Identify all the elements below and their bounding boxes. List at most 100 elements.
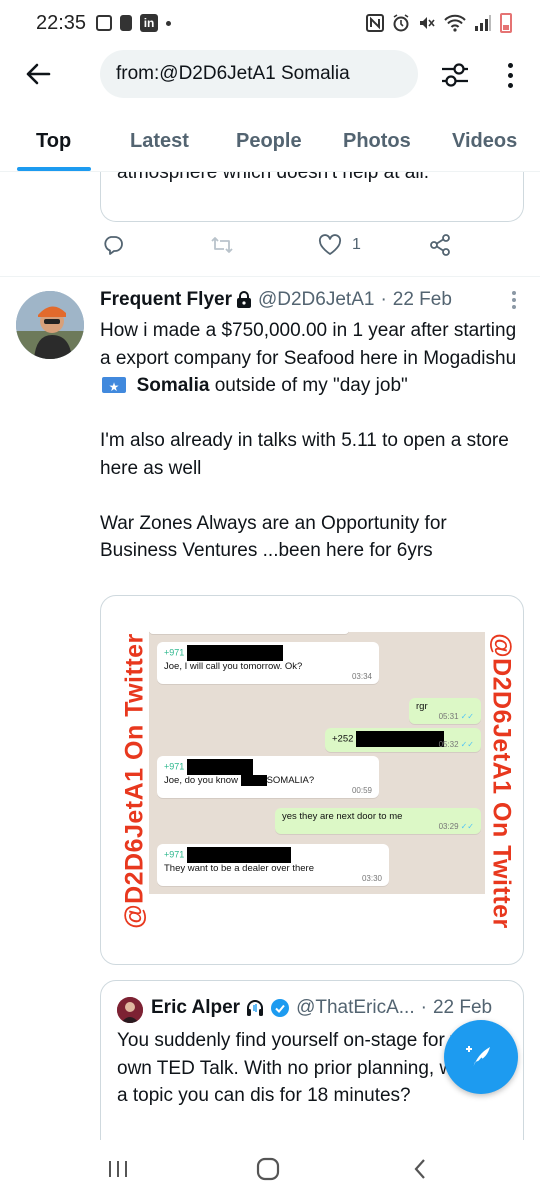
chat-text: SOMALIA? — [266, 775, 315, 787]
chat-number: +971 — [164, 647, 185, 658]
tweet-text: How i made a $750,000.00 in 1 year after… — [100, 320, 517, 369]
chat-time-text: 03:29 — [438, 822, 459, 831]
compose-tweet-button[interactable] — [444, 1020, 518, 1094]
quoted-date[interactable]: 22 Feb — [433, 997, 492, 1019]
chat-text: rgr — [416, 701, 428, 712]
redaction-bar — [356, 731, 445, 747]
mute-icon — [420, 17, 435, 29]
tab-people[interactable]: People — [236, 130, 302, 153]
quoted-display-name[interactable]: Eric Alper — [151, 997, 240, 1019]
chat-time-text: 05:32 — [438, 740, 459, 749]
status-bar: 22:35 in — [0, 0, 540, 46]
tab-latest[interactable]: Latest — [130, 130, 189, 153]
recent-apps-button[interactable] — [98, 1156, 138, 1182]
more-dot — [507, 82, 513, 88]
timeline[interactable]: atmosphere which doesn't help at all. 1 — [0, 172, 540, 1140]
retweet-button[interactable] — [210, 234, 234, 256]
tab-videos[interactable]: Videos — [452, 130, 517, 153]
watermark-text: @D2D6JetA1 On Twitter — [120, 633, 149, 929]
tweet-menu-button[interactable] — [512, 291, 516, 309]
reply-button[interactable] — [102, 234, 124, 256]
search-tabs: Top Latest People Photos Videos — [0, 118, 540, 172]
compose-feather-icon — [466, 1046, 490, 1069]
home-button[interactable] — [248, 1156, 288, 1182]
menu-dot — [512, 291, 516, 295]
chat-text: yes they are next door to me — [282, 811, 403, 822]
separator: · — [380, 289, 387, 310]
chat-bubble: rgr 05:31 ✓✓ — [409, 698, 481, 724]
tweet-text: outside of my "day job" — [209, 375, 408, 396]
quoted-handle[interactable]: @ThatEricA... — [296, 997, 415, 1019]
redaction-bar — [186, 645, 283, 661]
chat-time-text: 05:31 — [438, 712, 459, 721]
chat-number: +971 — [164, 761, 185, 772]
handle[interactable]: @D2D6JetA1 — [258, 289, 374, 311]
quoted-header: Eric Alper @ThatEricA... · 22 Feb — [151, 997, 513, 1019]
quoted-avatar[interactable] — [117, 997, 143, 1023]
tab-top[interactable]: Top — [36, 130, 71, 153]
lock-icon — [236, 291, 251, 308]
menu-dot — [512, 298, 516, 302]
watermark-right: @D2D6JetA1 On Twitter — [481, 596, 521, 964]
chat-number: +252 — [332, 733, 354, 745]
chat-text: Joe, do you know — [164, 775, 238, 787]
tweet-divider — [0, 276, 540, 277]
chat-time: 05:32 ✓✓ — [439, 740, 474, 749]
chevron-left-icon — [414, 1159, 425, 1179]
dot-icon — [166, 20, 172, 26]
quoted-avatar-image — [117, 997, 143, 1023]
chat-text: Joe, I will call you tomorrow. Ok? — [164, 661, 303, 672]
status-left-icons: in — [96, 14, 172, 32]
home-icon — [256, 1157, 280, 1181]
display-name[interactable]: Frequent Flyer — [100, 289, 232, 311]
previous-quoted-tweet[interactable]: atmosphere which doesn't help at all. — [100, 172, 524, 222]
chat-text: They want to be a dealer over there — [164, 863, 314, 874]
watermark-text: @D2D6JetA1 On Twitter — [487, 633, 516, 929]
previous-quote-text: atmosphere which doesn't help at all. — [117, 172, 430, 183]
retweet-icon — [211, 237, 233, 253]
search-input[interactable]: from:@D2D6JetA1 Somalia — [100, 50, 418, 98]
read-ticks-icon: ✓✓ — [460, 822, 474, 831]
reply-icon — [104, 236, 123, 255]
chat-time: 03:34 — [351, 672, 372, 681]
previous-tweet-actions: 1 — [100, 234, 524, 264]
menu-dot — [512, 305, 516, 309]
status-right-icons — [366, 13, 512, 33]
nfc-icon — [366, 14, 384, 32]
headphones-icon — [247, 1000, 264, 1016]
linkedin-icon: in — [140, 14, 159, 32]
avatar[interactable] — [16, 291, 84, 359]
share-button[interactable] — [428, 234, 452, 256]
avatar-image — [16, 291, 84, 359]
back-button[interactable] — [22, 58, 54, 90]
battery-icon — [500, 13, 512, 33]
recent-apps-icon — [109, 1161, 127, 1177]
chat-time: 03:29 ✓✓ — [439, 822, 474, 831]
separator: · — [420, 997, 427, 1018]
tab-photos[interactable]: Photos — [343, 130, 411, 153]
alarm-icon — [393, 14, 409, 32]
tweet-image[interactable]: @D2D6JetA1 On Twitter @D2D6JetA1 On Twit… — [100, 595, 524, 965]
arrow-left-icon — [26, 63, 51, 85]
like-button[interactable]: 1 — [318, 234, 361, 256]
tweet-paragraph-3: War Zones Always are an Opportunity for … — [100, 512, 447, 562]
search-query-text: from:@D2D6JetA1 Somalia — [116, 63, 350, 84]
more-options-button[interactable] — [498, 58, 522, 92]
search-filter-button[interactable] — [438, 58, 472, 92]
gallery-icon — [96, 15, 113, 31]
active-tab-indicator — [17, 167, 91, 171]
tweet-date[interactable]: 22 Feb — [393, 289, 452, 311]
nav-back-button[interactable] — [400, 1156, 440, 1182]
chat-bubble: yes they are next door to me 03:29 ✓✓ — [275, 808, 481, 834]
chat-bubble: +971 Joe, I will call you tomorrow. Ok? … — [157, 642, 379, 684]
chat-screenshot: +971 Joe, I will call you tomorrow. Ok? … — [149, 626, 485, 894]
heart-icon — [318, 234, 342, 255]
android-nav-bar — [0, 1140, 540, 1200]
signal-icon — [475, 15, 491, 31]
search-header: from:@D2D6JetA1 Somalia — [0, 46, 540, 104]
chat-bubble: +971 They want to be a dealer over there… — [157, 844, 389, 886]
chat-time: 00:59 — [351, 786, 372, 795]
sliders-icon — [442, 63, 468, 87]
